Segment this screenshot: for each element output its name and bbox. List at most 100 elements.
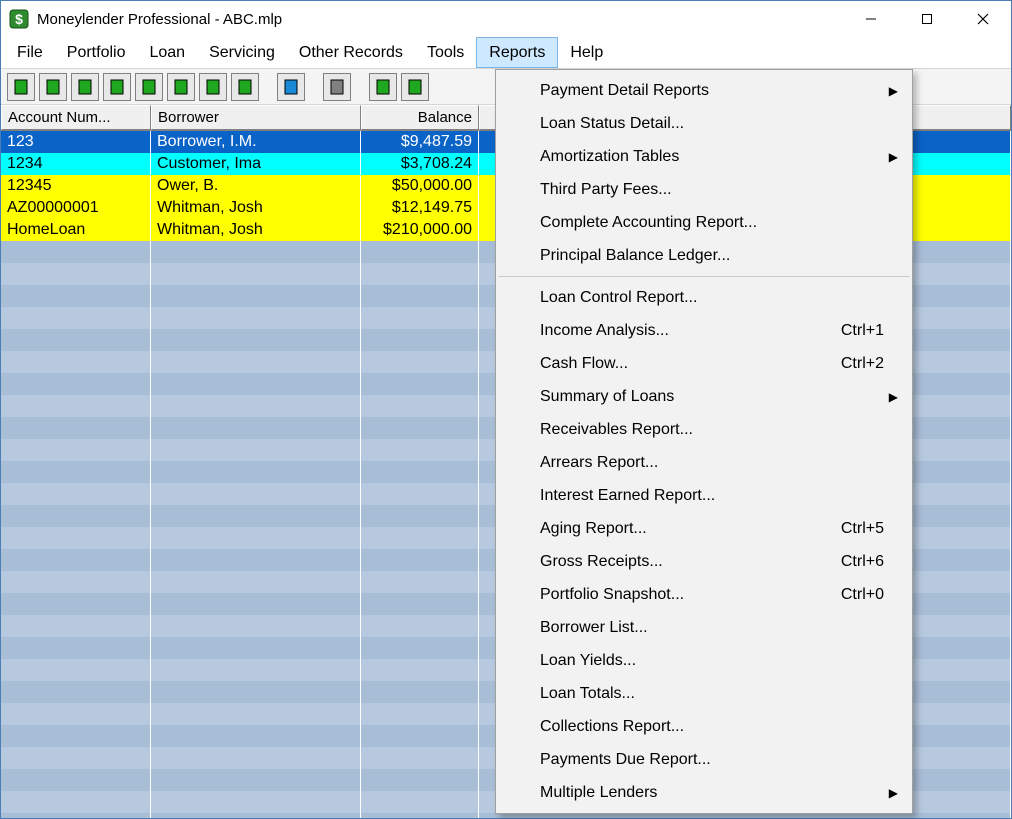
svg-text:$: $ (15, 11, 23, 27)
cell-account: 12345 (1, 175, 151, 197)
menu-item-label: Loan Control Report... (540, 289, 884, 307)
menu-item-label: Summary of Loans (540, 388, 884, 406)
menu-item-label: Aging Report... (540, 520, 841, 538)
menu-item-accel: Ctrl+0 (841, 586, 884, 604)
menu-item-label: Loan Yields... (540, 652, 884, 670)
cell-account: AZ00000001 (1, 197, 151, 219)
header-account[interactable]: Account Num... (1, 105, 151, 130)
menu-item-label: Gross Receipts... (540, 553, 841, 571)
menu-help[interactable]: Help (558, 37, 615, 68)
submenu-arrow-icon: ▶ (889, 390, 898, 404)
header-balance[interactable]: Balance (361, 105, 479, 130)
menu-item-label: Amortization Tables (540, 148, 884, 166)
minimize-button[interactable] (843, 1, 899, 37)
reports-menu-item[interactable]: Complete Accounting Report... (496, 206, 912, 239)
reports-menu-item[interactable]: Principal Balance Ledger... (496, 239, 912, 272)
menu-item-label: Principal Balance Ledger... (540, 247, 884, 265)
menu-servicing[interactable]: Servicing (197, 37, 287, 68)
reports-menu-item[interactable]: Aging Report...Ctrl+5 (496, 512, 912, 545)
reports-menu-item[interactable]: Payment Detail Reports ▶ (496, 74, 912, 107)
cell-borrower: Borrower, I.M. (151, 131, 361, 153)
cell-balance: $12,149.75 (361, 197, 479, 219)
reports-menu-item[interactable]: Interest Earned Report... (496, 479, 912, 512)
menu-item-label: Cash Flow... (540, 355, 841, 373)
maximize-button[interactable] (899, 1, 955, 37)
menu-item-label: Payments Due Report... (540, 751, 884, 769)
tool-6-button[interactable] (167, 73, 195, 101)
tool-8-button[interactable] (231, 73, 259, 101)
menu-item-label: Arrears Report... (540, 454, 884, 472)
tool-5-button[interactable] (135, 73, 163, 101)
menu-item-accel: Ctrl+6 (841, 553, 884, 571)
reports-menu-item[interactable]: Receivables Report... (496, 413, 912, 446)
menu-loan[interactable]: Loan (137, 37, 197, 68)
window-title: Moneylender Professional - ABC.mlp (37, 11, 843, 28)
reports-menu-item[interactable]: Borrower List... (496, 611, 912, 644)
tool-3-button[interactable] (71, 73, 99, 101)
close-button[interactable] (955, 1, 1011, 37)
reports-menu-item[interactable]: Summary of Loans ▶ (496, 380, 912, 413)
cell-borrower: Customer, Ima (151, 153, 361, 175)
cell-balance: $50,000.00 (361, 175, 479, 197)
menu-item-label: Income Analysis... (540, 322, 841, 340)
menu-item-accel: Ctrl+5 (841, 520, 884, 538)
menu-item-label: Loan Totals... (540, 685, 884, 703)
tool-12-button[interactable] (401, 73, 429, 101)
tool-2-button[interactable] (39, 73, 67, 101)
reports-menu-item[interactable]: Cash Flow...Ctrl+2 (496, 347, 912, 380)
tool-10-button[interactable] (323, 73, 351, 101)
menu-item-label: Collections Report... (540, 718, 884, 736)
menu-other[interactable]: Other Records (287, 37, 415, 68)
reports-menu-item[interactable]: Loan Totals... (496, 677, 912, 710)
titlebar: $ Moneylender Professional - ABC.mlp (1, 1, 1011, 37)
submenu-arrow-icon: ▶ (889, 150, 898, 164)
tool-1-button[interactable] (7, 73, 35, 101)
menu-item-label: Complete Accounting Report... (540, 214, 884, 232)
reports-menu-item[interactable]: Portfolio Snapshot...Ctrl+0 (496, 578, 912, 611)
header-borrower[interactable]: Borrower (151, 105, 361, 130)
tool-7-button[interactable] (199, 73, 227, 101)
menu-portfolio[interactable]: Portfolio (55, 37, 138, 68)
cell-borrower: Whitman, Josh (151, 219, 361, 241)
cell-account: 123 (1, 131, 151, 153)
menu-item-label: Receivables Report... (540, 421, 884, 439)
menu-tools[interactable]: Tools (415, 37, 476, 68)
tool-4-button[interactable] (103, 73, 131, 101)
reports-menu-item[interactable]: Payments Due Report... (496, 743, 912, 776)
tool-11-button[interactable] (369, 73, 397, 101)
menu-item-accel: Ctrl+1 (841, 322, 884, 340)
cell-balance: $9,487.59 (361, 131, 479, 153)
cell-balance: $210,000.00 (361, 219, 479, 241)
menu-item-label: Payment Detail Reports (540, 82, 884, 100)
menu-item-accel: Ctrl+2 (841, 355, 884, 373)
cell-account: 1234 (1, 153, 151, 175)
cell-borrower: Ower, B. (151, 175, 361, 197)
menu-item-label: Loan Status Detail... (540, 115, 884, 133)
reports-menu-item[interactable]: Arrears Report... (496, 446, 912, 479)
cell-account: HomeLoan (1, 219, 151, 241)
menu-reports[interactable]: Reports (476, 37, 558, 68)
reports-menu-item[interactable]: Third Party Fees... (496, 173, 912, 206)
reports-menu-item[interactable]: Collections Report... (496, 710, 912, 743)
menu-item-label: Borrower List... (540, 619, 884, 637)
menu-item-label: Multiple Lenders (540, 784, 884, 802)
menubar: FilePortfolioLoanServicingOther RecordsT… (1, 37, 1011, 69)
reports-menu-item[interactable]: Income Analysis...Ctrl+1 (496, 314, 912, 347)
reports-menu-item[interactable]: Loan Control Report... (496, 281, 912, 314)
tool-9-button[interactable] (277, 73, 305, 101)
menu-item-label: Third Party Fees... (540, 181, 884, 199)
reports-menu-item[interactable]: Gross Receipts...Ctrl+6 (496, 545, 912, 578)
reports-menu-item[interactable]: Loan Yields... (496, 644, 912, 677)
reports-menu-item[interactable]: Loan Status Detail... (496, 107, 912, 140)
reports-menu-dropdown: Payment Detail Reports ▶ Loan Status Detai… (495, 69, 913, 814)
cell-borrower: Whitman, Josh (151, 197, 361, 219)
menu-item-label: Portfolio Snapshot... (540, 586, 841, 604)
menu-item-label: Interest Earned Report... (540, 487, 884, 505)
app-window: $ Moneylender Professional - ABC.mlp Fil… (0, 0, 1012, 819)
submenu-arrow-icon: ▶ (889, 84, 898, 98)
reports-menu-item[interactable]: Amortization Tables ▶ (496, 140, 912, 173)
menu-file[interactable]: File (5, 37, 55, 68)
app-icon: $ (9, 9, 29, 29)
submenu-arrow-icon: ▶ (889, 786, 898, 800)
reports-menu-item[interactable]: Multiple Lenders ▶ (496, 776, 912, 809)
